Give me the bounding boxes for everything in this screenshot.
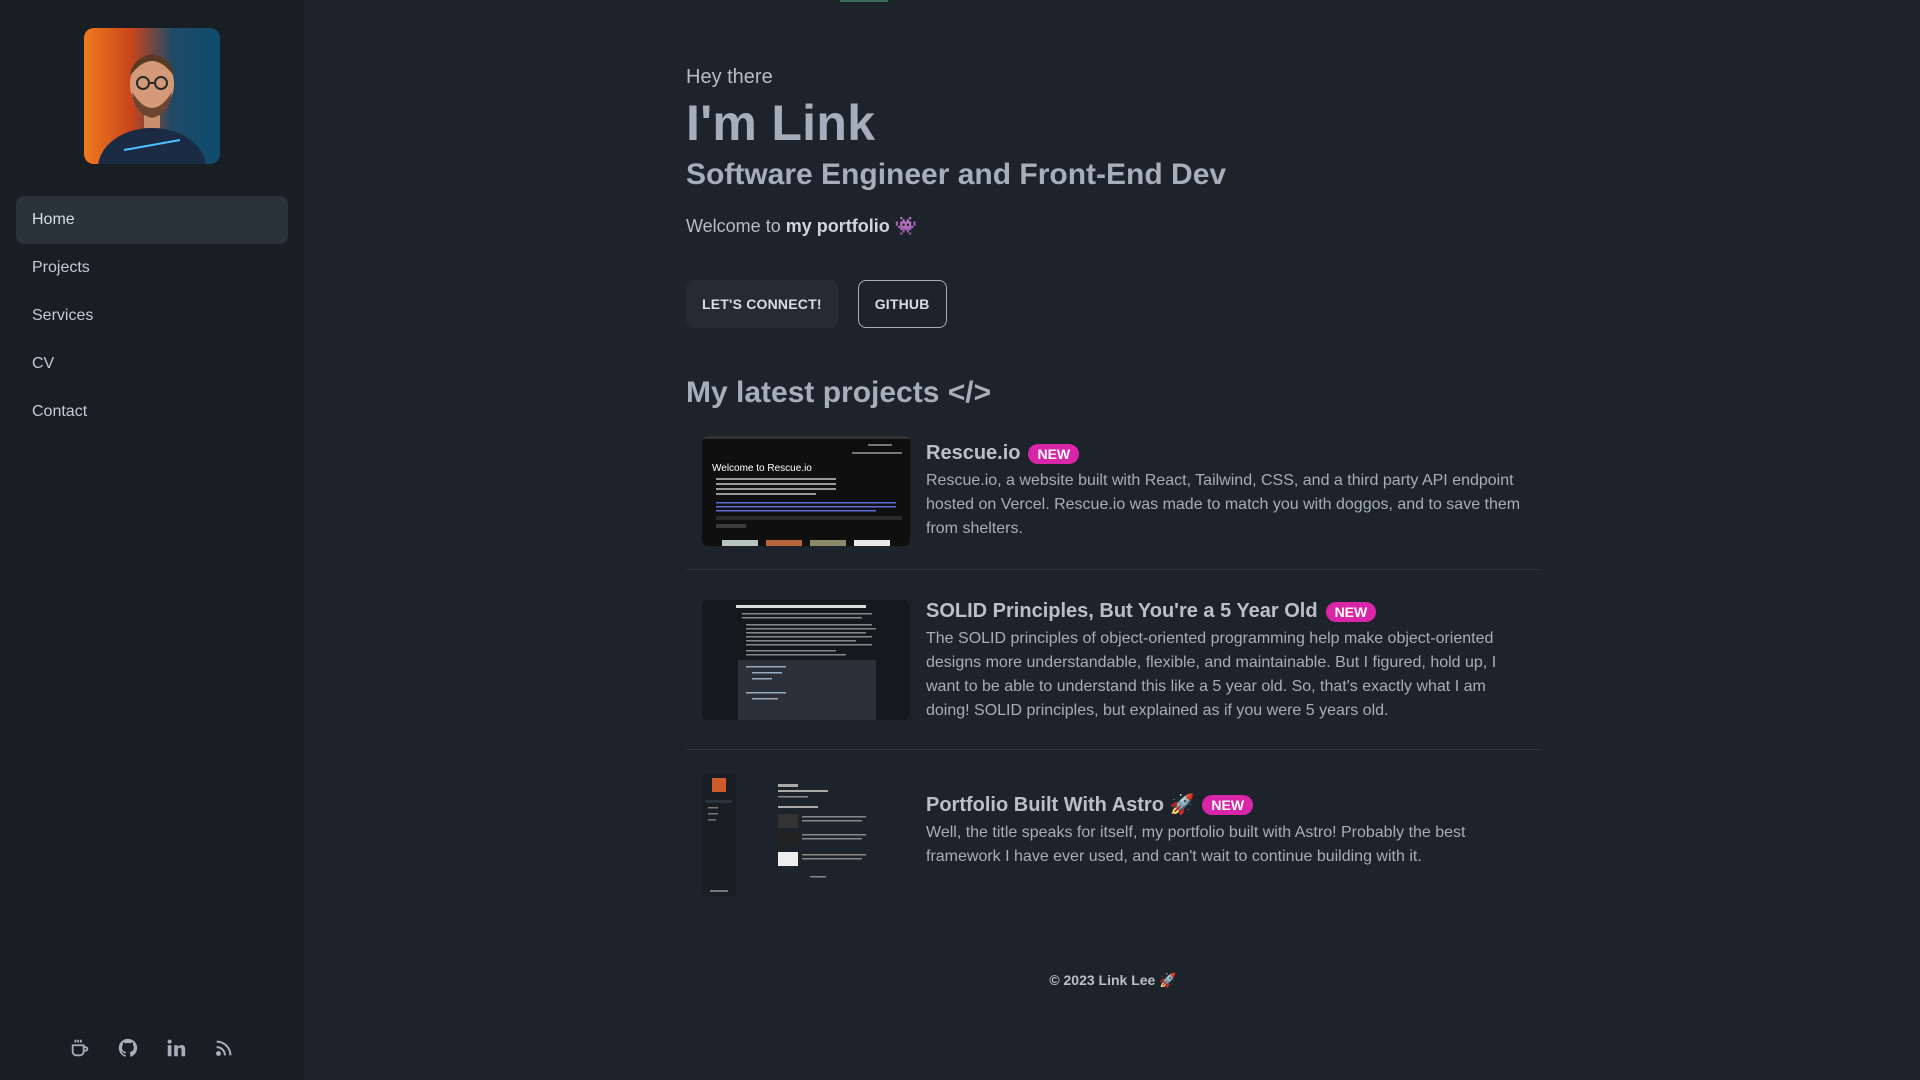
project-card-solid[interactable]: SOLID Principles, But You're a 5 Year Ol…	[686, 570, 1540, 750]
project-body: Portfolio Built With Astro 🚀 NEW Well, t…	[926, 792, 1526, 869]
github-button[interactable]: GITHUB	[857, 280, 947, 328]
project-description: The SOLID principles of object-oriented …	[926, 630, 1497, 719]
astro-screenshot	[702, 774, 910, 896]
linkedin-icon[interactable]	[164, 1036, 188, 1060]
project-title[interactable]: SOLID Principles, But You're a 5 Year Ol…	[926, 600, 1526, 623]
project-thumbnail[interactable]	[702, 774, 910, 896]
sidebar-item-projects[interactable]: Projects	[16, 244, 288, 292]
new-badge: NEW	[1325, 601, 1377, 622]
greeting-text: Hey there	[686, 66, 773, 88]
avatar-image	[84, 28, 220, 164]
alien-monster-icon: 👾	[894, 216, 918, 236]
project-body: SOLID Principles, But You're a 5 Year Ol…	[926, 600, 1526, 723]
sidebar-item-services[interactable]: Services	[16, 292, 288, 340]
section-title: My latest projects </>	[686, 376, 992, 409]
sidebar-item-cv[interactable]: CV	[16, 340, 288, 388]
sidebar-item-contact[interactable]: Contact	[16, 388, 288, 436]
footer: © 2023 Link Lee 🚀	[1049, 972, 1177, 988]
project-title-text[interactable]: Portfolio Built With Astro 🚀	[926, 792, 1194, 817]
top-accent-line	[840, 0, 888, 2]
project-thumbnail[interactable]	[702, 600, 910, 720]
rss-icon[interactable]	[212, 1036, 236, 1060]
project-body: Rescue.io NEW Rescue.io, a website built…	[926, 442, 1526, 541]
rescue-screenshot: Welcome to Rescue.io	[702, 436, 910, 546]
hero-role: Software Engineer and Front-End Dev	[686, 158, 1227, 191]
solid-screenshot	[702, 600, 910, 720]
new-badge: NEW	[1028, 443, 1080, 464]
connect-button[interactable]: LET'S CONNECT!	[686, 280, 838, 328]
sidebar-nav: Home Projects Services CV Contact	[16, 196, 288, 436]
rescue-thumb-heading: Welcome to Rescue.io	[712, 463, 812, 474]
project-description: Rescue.io, a website built with React, T…	[926, 472, 1521, 537]
welcome-text: Welcome to my portfolio 👾	[686, 216, 917, 237]
coffee-icon[interactable]	[68, 1036, 92, 1060]
project-thumbnail[interactable]: Welcome to Rescue.io	[702, 436, 910, 546]
social-links	[68, 1036, 236, 1060]
new-badge: NEW	[1202, 794, 1254, 815]
github-icon[interactable]	[116, 1036, 140, 1060]
project-title-text[interactable]: Rescue.io	[926, 442, 1020, 465]
avatar	[84, 28, 220, 164]
project-title[interactable]: Rescue.io NEW	[926, 442, 1526, 465]
project-card-rescue[interactable]: Welcome to Rescue.io Rescue.io NEW Rescu…	[686, 434, 1540, 570]
project-description: Well, the title speaks for itself, my po…	[926, 824, 1466, 865]
welcome-bold: my portfolio	[785, 216, 890, 236]
hero-buttons: LET'S CONNECT! GITHUB	[686, 280, 947, 328]
sidebar-item-home[interactable]: Home	[16, 196, 288, 244]
welcome-prefix: Welcome to	[686, 216, 786, 236]
project-title[interactable]: Portfolio Built With Astro 🚀 NEW	[926, 792, 1526, 817]
sidebar: Home Projects Services CV Contact	[0, 0, 304, 1080]
project-title-text[interactable]: SOLID Principles, But You're a 5 Year Ol…	[926, 600, 1318, 623]
project-card-astro[interactable]: Portfolio Built With Astro 🚀 NEW Well, t…	[686, 750, 1540, 910]
hero-name: I'm Link	[686, 95, 876, 151]
